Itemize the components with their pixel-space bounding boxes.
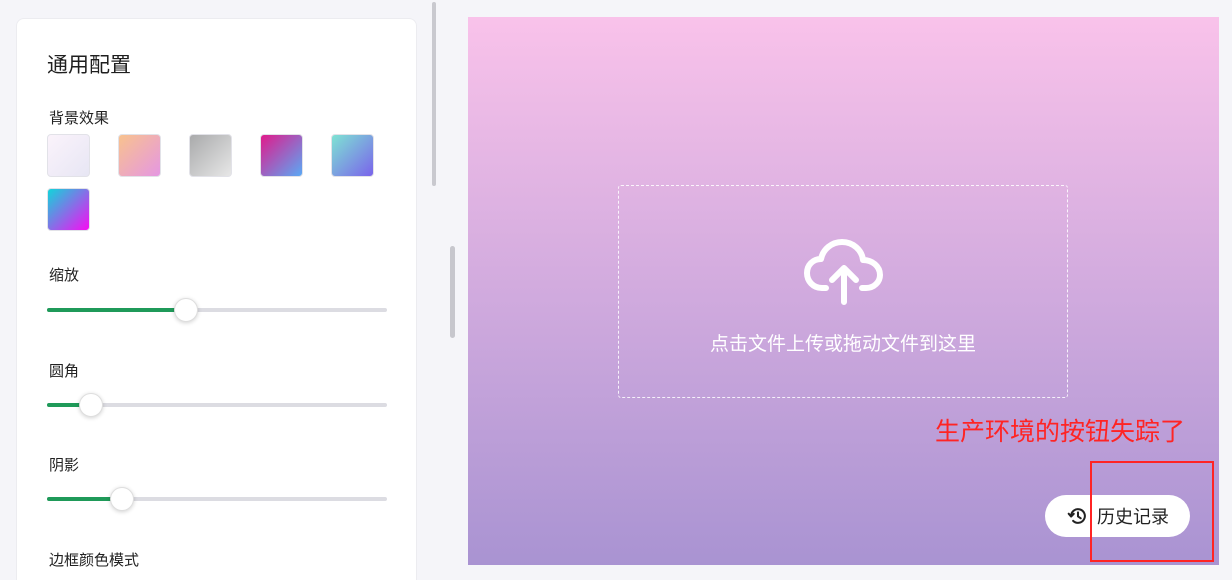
resize-handle[interactable] (450, 246, 455, 338)
panel-scrollbar[interactable] (432, 2, 436, 186)
panel-title: 通用配置 (47, 53, 131, 77)
swatch-mint-violet[interactable] (331, 134, 374, 177)
zoom-label: 缩放 (49, 266, 80, 284)
swatch-cyan-magenta[interactable] (47, 188, 90, 231)
border-color-mode-label: 边框颜色模式 (49, 551, 140, 569)
dropzone-text: 点击文件上传或拖动文件到这里 (709, 333, 976, 355)
background-effect-label: 背景效果 (49, 109, 110, 127)
slider-thumb[interactable] (79, 393, 104, 417)
annotation-highlight-box (1090, 461, 1214, 562)
swatch-soft-lilac[interactable] (47, 134, 90, 177)
slider-fill (47, 308, 187, 312)
swatch-peach-pink[interactable] (118, 134, 161, 177)
swatch-gray[interactable] (189, 134, 232, 177)
swatch-magenta-blue[interactable] (260, 134, 303, 177)
radius-label: 圆角 (49, 362, 80, 380)
cloud-upload-icon (804, 239, 883, 305)
shadow-label: 阴影 (49, 456, 80, 474)
slider-thumb[interactable] (174, 298, 199, 322)
shadow-slider[interactable] (47, 486, 387, 512)
config-panel: 通用配置 背景效果 缩放 圆角 阴影 边框颜色模式 (16, 18, 417, 580)
radius-slider[interactable] (47, 392, 387, 418)
upload-dropzone[interactable]: 点击文件上传或拖动文件到这里 (618, 185, 1068, 398)
zoom-slider[interactable] (47, 297, 387, 323)
annotation-text: 生产环境的按钮失踪了 (935, 417, 1186, 446)
history-icon (1067, 508, 1086, 524)
slider-thumb[interactable] (109, 487, 134, 511)
